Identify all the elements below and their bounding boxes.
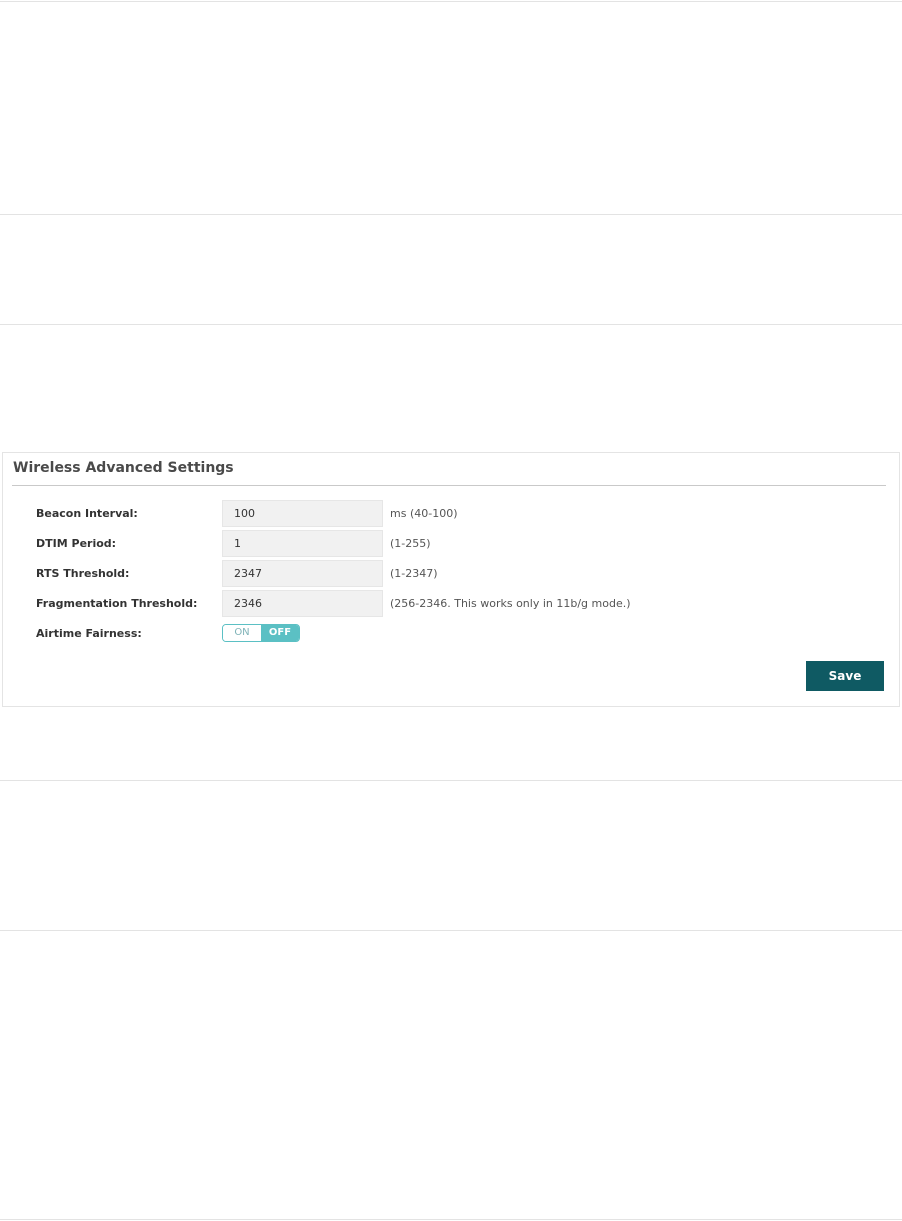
rts-threshold-row: RTS Threshold: (1-2347) bbox=[3, 560, 901, 588]
rts-threshold-hint: (1-2347) bbox=[390, 567, 438, 580]
dtim-period-row: DTIM Period: (1-255) bbox=[3, 530, 901, 558]
separator-line bbox=[0, 780, 902, 781]
dtim-period-label: DTIM Period: bbox=[36, 537, 117, 550]
airtime-fairness-toggle[interactable]: ON OFF bbox=[222, 624, 300, 642]
toggle-off-option[interactable]: OFF bbox=[261, 625, 299, 641]
dtim-period-input[interactable] bbox=[222, 530, 383, 557]
save-button[interactable]: Save bbox=[806, 661, 884, 691]
beacon-interval-label: Beacon Interval: bbox=[36, 507, 138, 520]
beacon-interval-row: Beacon Interval: ms (40-100) bbox=[3, 500, 901, 528]
separator-line bbox=[0, 214, 902, 215]
rts-threshold-label: RTS Threshold: bbox=[36, 567, 130, 580]
toggle-on-option[interactable]: ON bbox=[223, 625, 261, 641]
separator-line bbox=[0, 930, 902, 931]
separator-line bbox=[0, 324, 902, 325]
fragmentation-threshold-input[interactable] bbox=[222, 590, 383, 617]
fragmentation-threshold-label: Fragmentation Threshold: bbox=[36, 597, 198, 610]
airtime-fairness-label: Airtime Fairness: bbox=[36, 627, 142, 640]
title-divider bbox=[12, 485, 886, 486]
separator-line bbox=[0, 1, 902, 2]
beacon-interval-input[interactable] bbox=[222, 500, 383, 527]
fragmentation-threshold-hint: (256-2346. This works only in 11b/g mode… bbox=[390, 597, 631, 610]
dtim-period-hint: (1-255) bbox=[390, 537, 431, 550]
wireless-advanced-settings-panel: Wireless Advanced Settings Beacon Interv… bbox=[2, 452, 900, 707]
separator-line bbox=[0, 1219, 902, 1220]
beacon-interval-hint: ms (40-100) bbox=[390, 507, 458, 520]
panel-title: Wireless Advanced Settings bbox=[13, 460, 234, 476]
rts-threshold-input[interactable] bbox=[222, 560, 383, 587]
fragmentation-threshold-row: Fragmentation Threshold: (256-2346. This… bbox=[3, 590, 901, 618]
